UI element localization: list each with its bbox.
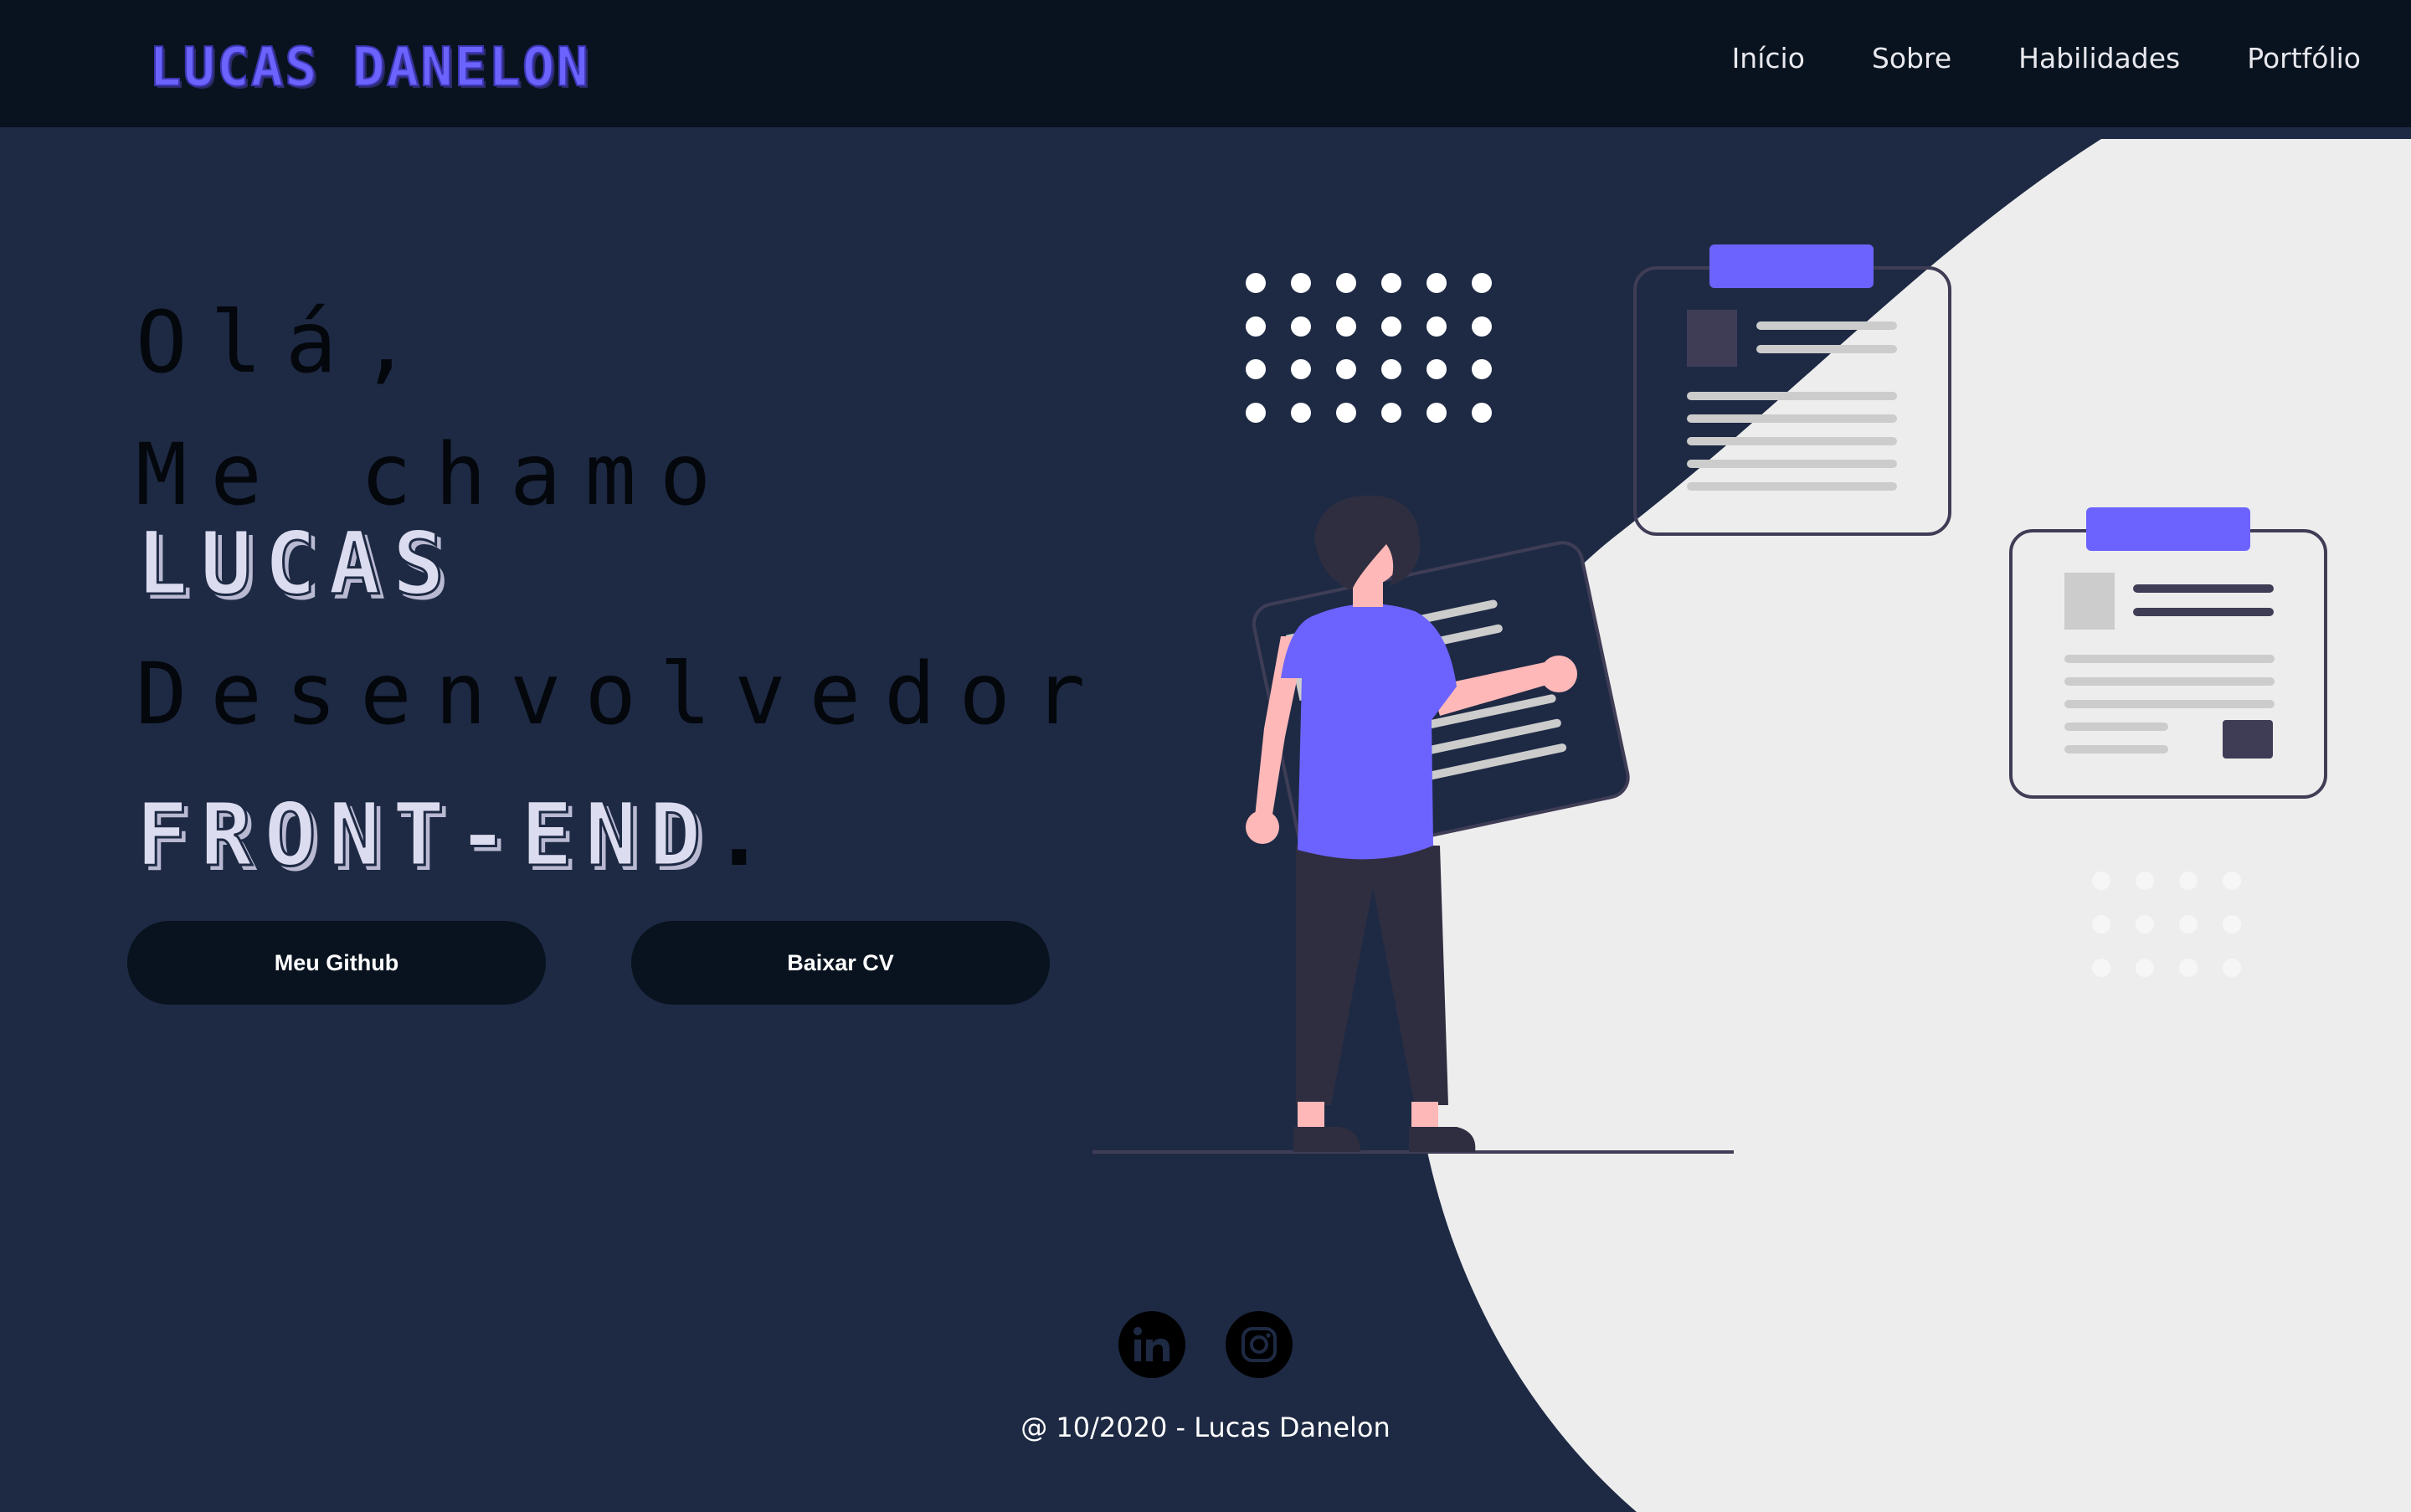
download-cv-button[interactable]: Baixar CV [631, 921, 1050, 1005]
specialty-text: FRONT-END [135, 783, 713, 887]
nav-link-habilidades[interactable]: Habilidades [2018, 42, 2180, 75]
dots-decoration [1246, 273, 1492, 423]
specialty-period: . [712, 784, 778, 886]
navbar: LUCAS DANELON Início Sobre Habilidades P… [0, 0, 2411, 127]
instagram-glyph [1241, 1327, 1277, 1362]
instagram-icon[interactable] [1226, 1311, 1293, 1378]
card-illustration-2 [2009, 507, 2327, 799]
intro-text: Me chamo [136, 425, 735, 525]
greeting-text: Olá, [136, 293, 435, 393]
nav-link-portfolio[interactable]: Portfólio [2247, 42, 2361, 75]
nav-links: Início Sobre Habilidades Portfólio [1665, 42, 2361, 75]
github-button[interactable]: Meu Github [127, 921, 546, 1005]
nav-link-inicio[interactable]: Início [1732, 42, 1805, 75]
linkedin-glyph [1134, 1327, 1170, 1361]
site-logo[interactable]: LUCAS DANELON [148, 36, 590, 100]
nav-link-sobre[interactable]: Sobre [1872, 42, 1951, 75]
light-blob-shape [1411, 139, 2411, 1512]
name-text: LUCAS [134, 512, 457, 616]
role-text: Desenvolvedor [136, 645, 1109, 744]
linkedin-icon[interactable] [1118, 1311, 1185, 1378]
specialty-line: FRONT-END. [135, 783, 778, 887]
hero-illustration [1092, 139, 2411, 1512]
footer-copyright: @ 10/2020 - Lucas Danelon [1020, 1412, 1391, 1443]
